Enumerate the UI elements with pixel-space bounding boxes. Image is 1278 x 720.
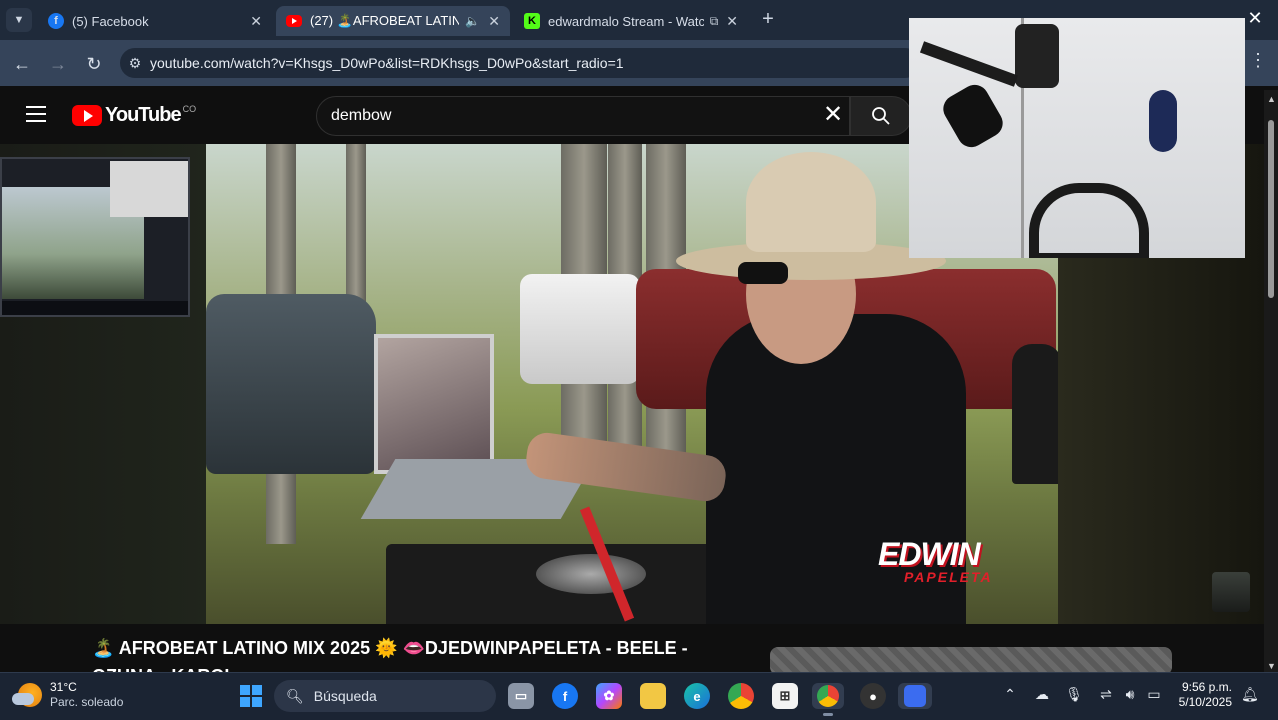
webcam-overlay — [909, 18, 1245, 258]
avatar — [1212, 572, 1250, 612]
active-app-indicator — [823, 713, 833, 716]
search-icon: 🔍︎ — [286, 687, 304, 704]
microphone-icon — [938, 79, 1008, 153]
clear-search-icon[interactable]: ✕ — [820, 103, 846, 128]
obs-icon[interactable]: ● — [860, 683, 886, 709]
file-explorer-icon[interactable] — [640, 683, 666, 709]
scrollbar-thumb[interactable] — [1268, 120, 1274, 298]
video-title: 🏝️ AFROBEAT LATINO MIX 2025 🌞 👄DJEDWINPA… — [92, 638, 688, 672]
youtube-logo[interactable]: YouTube CO — [72, 104, 196, 127]
tab-title: edwardmalo Stream - Watc — [548, 13, 704, 29]
chrome-icon[interactable] — [728, 683, 754, 709]
clock-date: 5/10/2025 — [1178, 695, 1232, 709]
watermark-line2: PAPELETA — [904, 569, 993, 585]
weather-condition: Parc. soleado — [50, 695, 124, 709]
copilot-icon[interactable]: ✿ — [596, 683, 622, 709]
close-icon[interactable]: ✕ — [488, 13, 500, 30]
close-icon[interactable]: ✕ — [726, 13, 738, 30]
clock-time: 9:56 p.m. — [1181, 680, 1232, 694]
search-value: dembow — [331, 107, 392, 124]
facebook-icon: f — [48, 13, 64, 29]
youtube-play-icon — [72, 105, 102, 126]
weather-widget[interactable]: 31°C Parc. soleado — [12, 680, 124, 710]
volume-icon[interactable]: 🔊︎ — [1120, 686, 1140, 703]
browser-menu-icon[interactable]: ⋮ — [1249, 50, 1267, 76]
tab-kick[interactable]: K edwardmalo Stream - Watc ⧉ ✕ — [514, 6, 748, 36]
speaker-icon[interactable]: 🔈 — [465, 14, 480, 28]
youtube-wordmark: YouTube — [105, 104, 182, 126]
window-close-button[interactable]: ✕ — [1245, 8, 1265, 28]
picture-in-picture-icon[interactable]: ⧉ — [710, 14, 719, 29]
tab-title: (5) Facebook — [72, 13, 149, 29]
hamburger-menu-icon[interactable] — [26, 106, 46, 122]
page-scrollbar[interactable]: ▲ ▼ — [1264, 90, 1278, 675]
close-icon[interactable]: ✕ — [250, 13, 262, 30]
chevron-down-icon: ▼ — [13, 14, 25, 26]
microsoft-store-icon[interactable]: ⊞ — [772, 683, 798, 709]
chevron-up-icon[interactable]: ⌃ — [1000, 686, 1020, 703]
blurred-region — [770, 647, 1172, 675]
search-input[interactable]: dembow — [316, 96, 850, 136]
search-button[interactable] — [850, 96, 912, 136]
battery-icon[interactable]: ▭ — [1144, 686, 1164, 703]
address-bar[interactable]: ⚙ youtube.com/watch?v=Khsgs_D0wPo&list=R… — [120, 48, 920, 78]
taskbar-search-placeholder: Búsqueda — [313, 688, 377, 704]
url-text[interactable]: youtube.com/watch?v=Khsgs_D0wPo&list=RDK… — [150, 55, 624, 71]
video-watermark: EDWIN PAPELETA — [878, 536, 993, 585]
windows-start-icon[interactable] — [240, 685, 262, 707]
weather-sun-icon — [12, 683, 42, 707]
reload-icon[interactable]: ↻ — [82, 52, 106, 76]
windows-taskbar — [0, 672, 1278, 720]
youtube-icon — [286, 15, 302, 27]
kick-icon: K — [524, 13, 540, 29]
taskbar-clock[interactable]: 9:56 p.m. 5/10/2025 — [1176, 680, 1232, 710]
taskbar-search-input[interactable]: 🔍︎ Búsqueda — [274, 680, 496, 712]
streaming-app-icon[interactable] — [898, 683, 932, 709]
scroll-up-icon[interactable]: ▲ — [1267, 94, 1276, 104]
facebook-icon[interactable]: f — [552, 683, 578, 709]
scroll-down-icon[interactable]: ▼ — [1267, 661, 1276, 671]
notification-bell-icon[interactable]: 🔔︎ — [1241, 686, 1259, 703]
watermark-line1: EDWIN — [878, 536, 981, 572]
weather-temp: 31°C — [50, 680, 77, 694]
search-icon — [872, 107, 890, 125]
screen-capture-thumbnail — [0, 157, 190, 317]
site-settings-icon[interactable]: ⚙ — [120, 55, 150, 72]
forward-arrow-icon[interactable]: → — [46, 52, 70, 76]
back-arrow-icon[interactable]: ← — [10, 52, 34, 76]
tab-facebook[interactable]: f (5) Facebook ✕ — [38, 6, 272, 36]
task-view-icon[interactable]: ▭ — [508, 683, 534, 709]
network-icon[interactable]: ⇌ — [1096, 686, 1116, 703]
country-code: CO — [182, 103, 197, 114]
tab-search-button[interactable]: ▼ — [6, 8, 32, 32]
tab-youtube[interactable]: (27) 🏝️AFROBEAT LATINO M 🔈 ✕ — [276, 6, 510, 36]
laptop-screen — [374, 334, 494, 474]
new-tab-button[interactable]: + — [758, 9, 778, 29]
cloud-icon[interactable]: ☁ — [1032, 686, 1052, 703]
chrome-active-icon[interactable] — [812, 683, 844, 709]
edge-icon[interactable]: e — [684, 683, 710, 709]
microphone-tray-icon[interactable]: 🎙︎ — [1064, 686, 1084, 703]
tab-title: (27) 🏝️AFROBEAT LATINO M — [310, 13, 460, 28]
